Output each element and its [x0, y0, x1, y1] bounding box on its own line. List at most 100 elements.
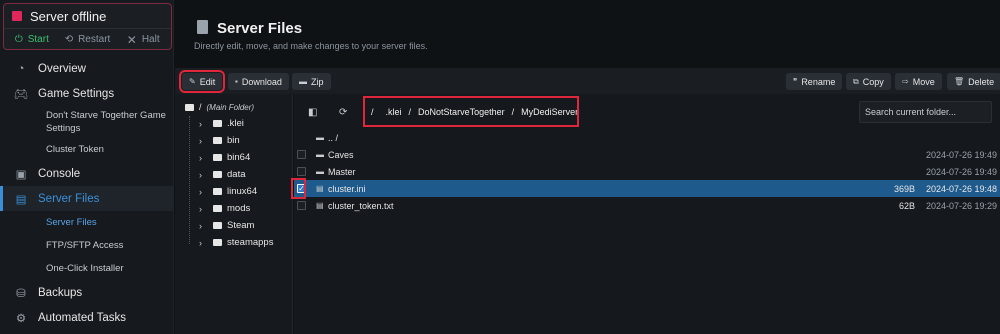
- tree-item[interactable]: › bin: [199, 135, 240, 146]
- breadcrumb-item[interactable]: DoNotStarveTogether: [418, 107, 505, 117]
- tree-item[interactable]: › linux64: [199, 186, 257, 197]
- chevron-right-icon: ›: [199, 203, 202, 214]
- folder-icon: [213, 154, 222, 161]
- file-icon: ▤: [316, 184, 324, 193]
- tree-item[interactable]: › bin64: [199, 152, 250, 163]
- sidebar: Server offline ⏻ Start ⟲ Restart ✕ Halt ◔ Ov…: [0, 0, 174, 334]
- tree-item[interactable]: › Steam: [199, 220, 254, 231]
- sidebar-subitem-cluster-token[interactable]: Cluster Token: [0, 138, 174, 161]
- highlight-box: [291, 178, 306, 199]
- breadcrumb: / .klei / DoNotStarveTogether / MyDediSe…: [363, 96, 579, 127]
- gauge-icon: ◔: [17, 62, 25, 75]
- tree-root[interactable]: / (Main Folder): [185, 102, 254, 112]
- file-row[interactable]: ▬ Caves 2024-07-26 19:49: [294, 146, 1000, 163]
- breadcrumb-item[interactable]: .klei: [386, 107, 402, 117]
- copy-button[interactable]: ⧉ Copy: [846, 73, 891, 90]
- tree-item[interactable]: › .klei: [199, 118, 244, 129]
- folder-icon: [213, 188, 222, 195]
- edit-button[interactable]: ✎ Edit: [178, 70, 226, 93]
- status-indicator: [12, 11, 22, 21]
- server-status-card: Server offline ⏻ Start ⟲ Restart ✕ Halt: [3, 3, 172, 50]
- sidebar-item-backups[interactable]: ⛁ Backups: [0, 280, 174, 305]
- trash-icon: 🗑︎: [954, 77, 965, 86]
- sidebar-toggle-icon[interactable]: ◧: [308, 107, 317, 118]
- file-toolbar: ✎ Edit ▪ Download ▬ Zip ❞ Rename ⧉ Copy ⇨ Move…: [175, 68, 1000, 94]
- tree-item[interactable]: › steamapps: [199, 237, 273, 248]
- folder-icon: ▬: [316, 167, 324, 176]
- breadcrumb-root[interactable]: /: [371, 107, 374, 117]
- folder-icon: [213, 171, 222, 178]
- page-subtitle: Directly edit, move, and make changes to…: [194, 41, 428, 51]
- download-button[interactable]: ▪ Download: [228, 73, 289, 90]
- breadcrumb-separator: /: [408, 106, 412, 117]
- file-row[interactable]: ▤ cluster_token.txt 62B 2024-07-26 19:29: [294, 197, 1000, 214]
- folder-icon: [213, 222, 222, 229]
- restart-icon: ⟲: [64, 34, 74, 45]
- download-icon: ▪: [235, 77, 238, 86]
- rename-button[interactable]: ❞ Rename: [786, 73, 843, 90]
- folder-icon: [213, 239, 222, 246]
- delete-button[interactable]: 🗑︎ Delete: [947, 73, 1000, 90]
- sidebar-item-game-settings[interactable]: 🎮︎ Game Settings: [0, 81, 174, 106]
- sidebar-subitem-dst-settings[interactable]: Don't Starve Together Game Settings: [0, 106, 174, 138]
- chevron-right-icon: ›: [199, 237, 202, 248]
- gear-icon: ⚙: [15, 312, 27, 325]
- file-row[interactable]: ▬ Master 2024-07-26 19:49: [294, 163, 1000, 180]
- breadcrumb-item[interactable]: MyDediServer: [521, 107, 578, 117]
- sidebar-subitem-installer[interactable]: One-Click Installer: [0, 257, 174, 280]
- folder-icon: ▬: [316, 133, 324, 142]
- folder-icon: [213, 120, 222, 127]
- refresh-icon[interactable]: ⟳: [339, 107, 347, 118]
- chevron-right-icon: ›: [199, 152, 202, 163]
- path-bar: ◧ ⟳ / .klei / DoNotStarveTogether / MyDe…: [294, 94, 1000, 130]
- server-status-text: Server offline: [30, 8, 107, 24]
- file-row-selected[interactable]: ✓ ▤ cluster.ini 369B 2024-07-26 19:48: [291, 178, 1000, 199]
- tree-item[interactable]: › data: [199, 169, 246, 180]
- restart-button[interactable]: ⟲ Restart: [60, 29, 116, 50]
- database-icon: ⛁: [16, 287, 26, 300]
- file-icon: ▤: [316, 201, 324, 210]
- folder-icon: ▬: [316, 150, 324, 159]
- power-icon: ⏻: [14, 34, 23, 45]
- sidebar-item-overview[interactable]: ◔ Overview: [0, 56, 174, 81]
- page-title: Server Files: [217, 20, 303, 37]
- document-icon: [197, 20, 208, 34]
- sidebar-subitem-server-files[interactable]: Server Files: [0, 211, 174, 234]
- move-button[interactable]: ⇨ Move: [895, 73, 942, 90]
- tree-item[interactable]: › mods: [199, 203, 250, 214]
- file-icon: ▤: [15, 193, 27, 206]
- tree-line: [189, 116, 190, 244]
- halt-button[interactable]: ✕ Halt: [115, 29, 171, 50]
- edit-icon: ✎: [189, 77, 196, 86]
- zip-icon: ▬: [299, 77, 307, 86]
- folder-icon: [213, 205, 222, 212]
- terminal-icon: ▣: [15, 168, 27, 181]
- quote-icon: ❞: [793, 77, 798, 86]
- move-icon: ⇨: [902, 77, 909, 86]
- gamepad-icon: 🎮︎: [13, 88, 29, 101]
- sidebar-subitem-ftp[interactable]: FTP/SFTP Access: [0, 234, 174, 257]
- chevron-right-icon: ›: [199, 169, 202, 180]
- sidebar-item-automated-tasks[interactable]: ⚙ Automated Tasks: [0, 305, 174, 330]
- chevron-right-icon: ›: [199, 135, 202, 146]
- zip-button[interactable]: ▬ Zip: [292, 73, 331, 90]
- sidebar-item-server-files[interactable]: ▤ Server Files: [0, 186, 174, 211]
- close-icon: ✕: [126, 32, 137, 47]
- row-checkbox[interactable]: [297, 201, 306, 210]
- row-checkbox[interactable]: [297, 150, 306, 159]
- row-checkbox[interactable]: [297, 167, 306, 176]
- folder-tree: / (Main Folder) › .klei › bin › bin64 › data…: [175, 94, 293, 334]
- folder-icon: [213, 137, 222, 144]
- start-button[interactable]: ⏻ Start: [4, 29, 60, 50]
- sidebar-item-console[interactable]: ▣ Console: [0, 161, 174, 186]
- search-input[interactable]: [859, 101, 992, 123]
- copy-icon: ⧉: [853, 76, 859, 86]
- file-row-parent[interactable]: ▬ .. /: [294, 129, 1000, 146]
- main-content: Server Files Directly edit, move, and ma…: [175, 0, 1000, 334]
- chevron-right-icon: ›: [199, 220, 202, 231]
- chevron-right-icon: ›: [199, 186, 202, 197]
- folder-icon: [185, 103, 194, 111]
- file-browser: ◧ ⟳ / .klei / DoNotStarveTogether / MyDe…: [291, 94, 1000, 334]
- sidebar-nav: ◔ Overview 🎮︎ Game Settings Don't Starve T…: [0, 56, 174, 330]
- breadcrumb-separator: /: [511, 106, 515, 117]
